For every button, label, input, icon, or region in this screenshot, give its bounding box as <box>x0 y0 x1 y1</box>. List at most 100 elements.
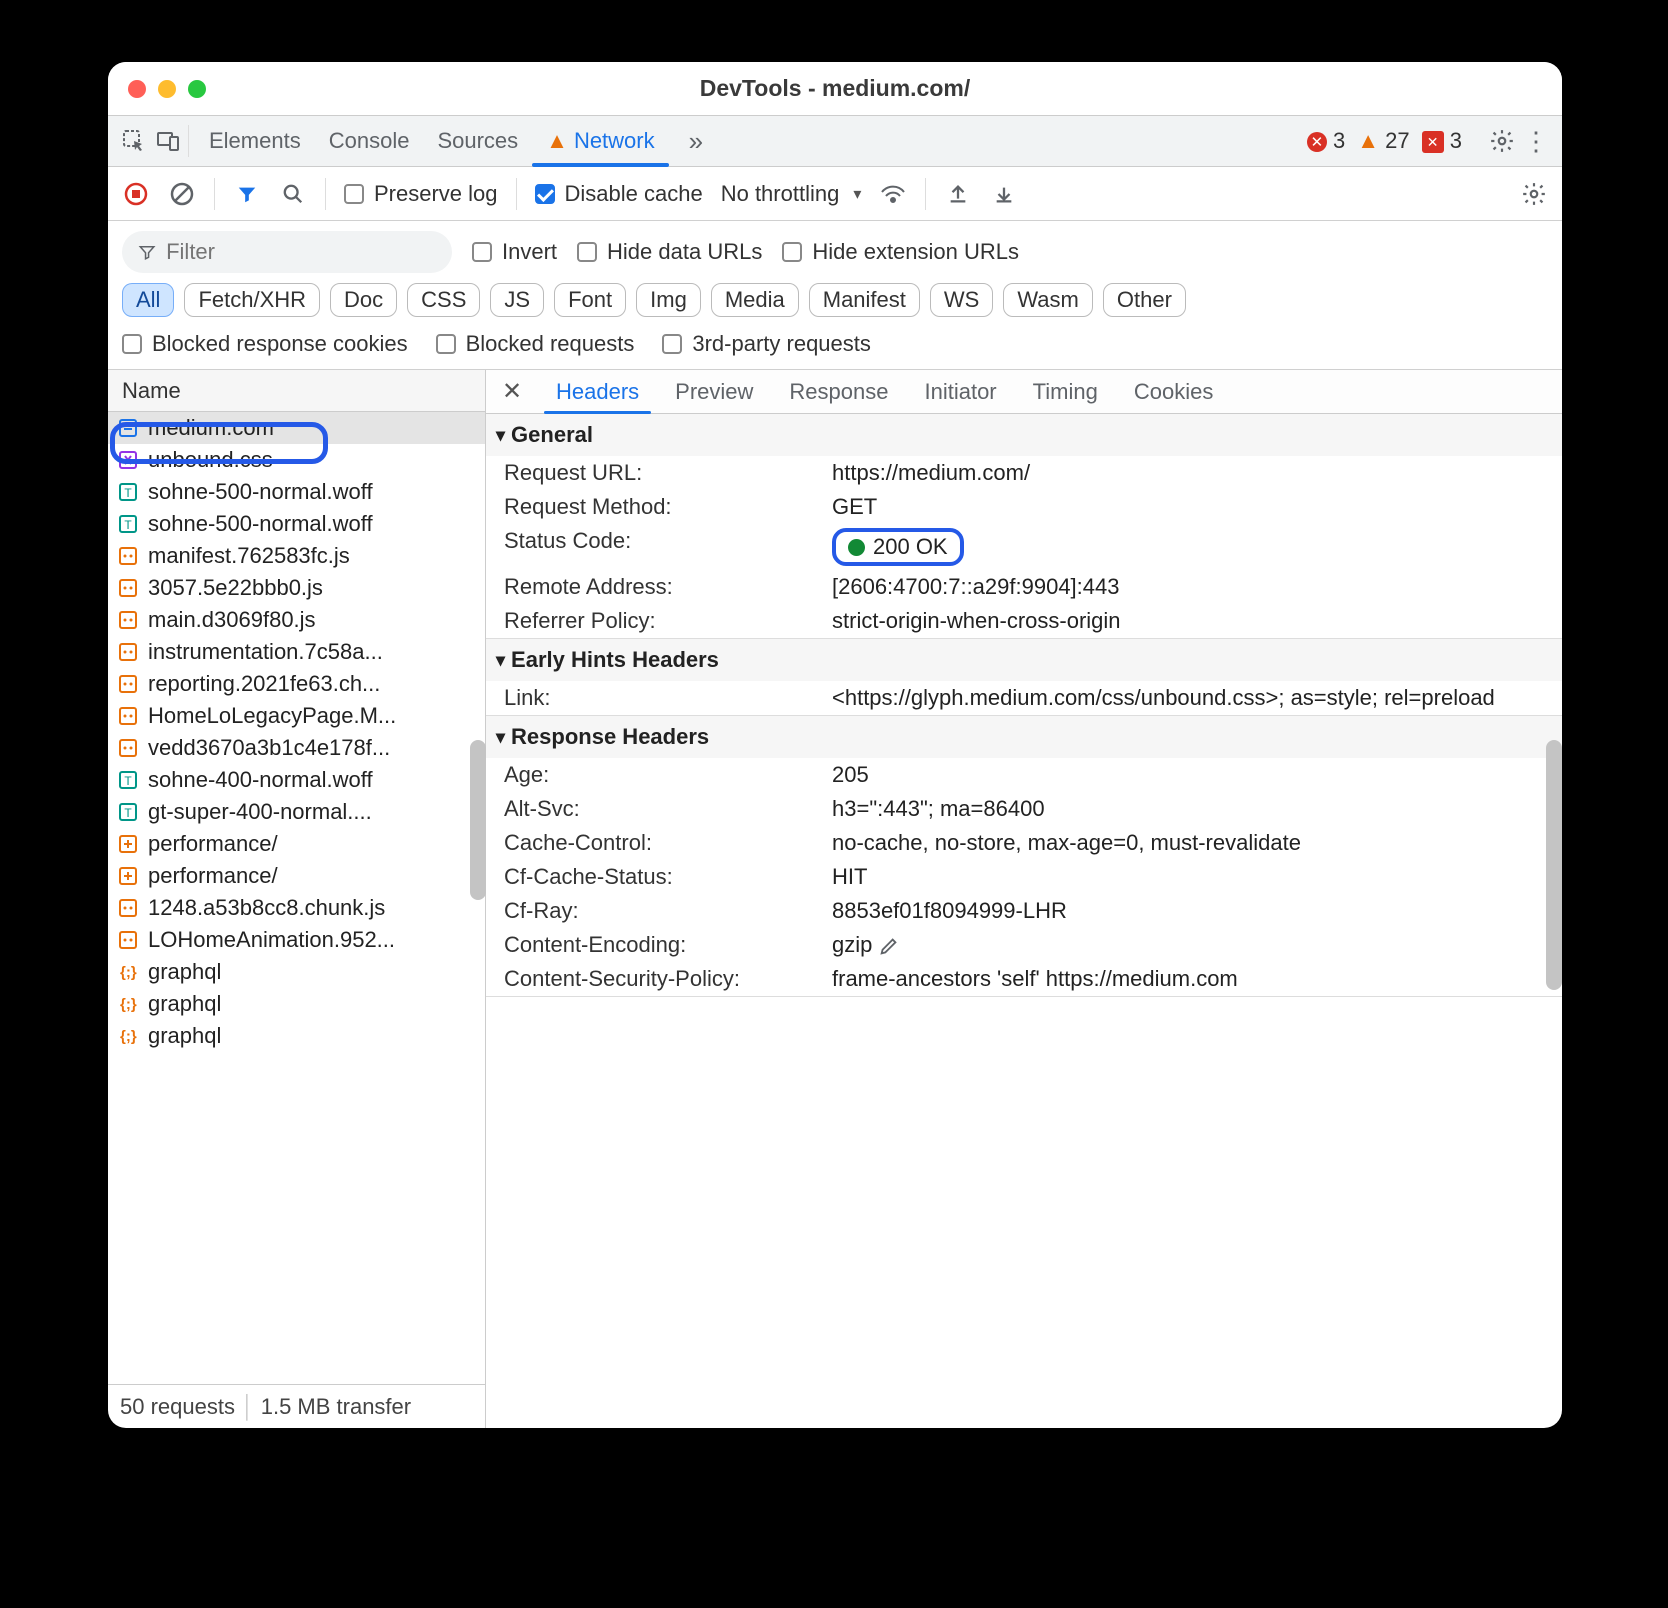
filter-toggle-icon[interactable] <box>233 180 261 208</box>
js-icon <box>118 578 138 598</box>
tab-network[interactable]: ▲ Network <box>532 116 668 166</box>
section-response-headers[interactable]: Response HeadersAge:205Alt-Svc:h3=":443"… <box>486 716 1562 997</box>
detail-tab-cookies[interactable]: Cookies <box>1116 370 1231 413</box>
request-row[interactable]: HomeLoLegacyPage.M... <box>108 700 485 732</box>
tab-console[interactable]: Console <box>315 116 424 166</box>
request-row[interactable]: performance/ <box>108 860 485 892</box>
filter-input-wrapper[interactable] <box>122 231 452 273</box>
inspect-element-icon[interactable] <box>120 127 148 155</box>
section-header[interactable]: Response Headers <box>486 716 1562 758</box>
chip-css[interactable]: CSS <box>407 283 480 317</box>
request-row[interactable]: manifest.762583fc.js <box>108 540 485 572</box>
gql-icon: {;} <box>118 994 138 1014</box>
search-icon[interactable] <box>279 180 307 208</box>
column-header-name[interactable]: Name <box>108 370 485 412</box>
header-key: Content-Encoding: <box>504 932 824 958</box>
request-row[interactable]: vedd3670a3b1c4e178f... <box>108 732 485 764</box>
chip-manifest[interactable]: Manifest <box>809 283 920 317</box>
network-settings-icon[interactable] <box>1520 180 1548 208</box>
request-list-panel: Name medium.comunbound.cssTsohne-500-nor… <box>108 370 486 1428</box>
hide-data-urls-checkbox[interactable]: Hide data URLs <box>577 239 762 265</box>
detail-tab-initiator[interactable]: Initiator <box>906 370 1014 413</box>
header-row: Content-Encoding:gzip <box>486 928 1562 962</box>
chip-other[interactable]: Other <box>1103 283 1186 317</box>
blocked-cookies-checkbox[interactable]: Blocked response cookies <box>122 331 408 357</box>
window-zoom-button[interactable] <box>188 80 206 98</box>
clear-button[interactable] <box>168 180 196 208</box>
chip-js[interactable]: JS <box>490 283 544 317</box>
header-key: Age: <box>504 762 824 788</box>
header-row: Request Method:GET <box>486 490 1562 524</box>
request-row[interactable]: 3057.5e22bbb0.js <box>108 572 485 604</box>
more-menu-icon[interactable]: ⋮ <box>1522 127 1550 155</box>
window-minimize-button[interactable] <box>158 80 176 98</box>
window-close-button[interactable] <box>128 80 146 98</box>
detail-tab-timing[interactable]: Timing <box>1015 370 1116 413</box>
edit-icon[interactable] <box>878 935 900 957</box>
record-button[interactable] <box>122 180 150 208</box>
preserve-log-checkbox[interactable]: Preserve log <box>344 181 498 207</box>
upload-har-icon[interactable] <box>944 180 972 208</box>
request-row[interactable]: LOHomeAnimation.952... <box>108 924 485 956</box>
request-row[interactable]: Tsohne-400-normal.woff <box>108 764 485 796</box>
section-general[interactable]: GeneralRequest URL:https://medium.com/Re… <box>486 414 1562 639</box>
tab-sources[interactable]: Sources <box>423 116 532 166</box>
transfer-size: 1.5 MB transfer <box>261 1394 411 1420</box>
request-row[interactable]: medium.com <box>108 412 485 444</box>
request-name: 3057.5e22bbb0.js <box>148 575 323 601</box>
request-detail-panel: ✕ HeadersPreviewResponseInitiatorTimingC… <box>486 370 1562 1428</box>
third-party-checkbox[interactable]: 3rd-party requests <box>662 331 871 357</box>
filter-input[interactable] <box>166 239 436 265</box>
section-header[interactable]: Early Hints Headers <box>486 639 1562 681</box>
section-early-hints-headers[interactable]: Early Hints HeadersLink:<https://glyph.m… <box>486 639 1562 716</box>
js-icon <box>118 706 138 726</box>
network-conditions-icon[interactable] <box>879 180 907 208</box>
chip-ws[interactable]: WS <box>930 283 993 317</box>
download-har-icon[interactable] <box>990 180 1018 208</box>
scrollbar-thumb[interactable] <box>1546 740 1562 990</box>
chip-all[interactable]: All <box>122 283 174 317</box>
header-row: Request URL:https://medium.com/ <box>486 456 1562 490</box>
close-details-button[interactable]: ✕ <box>490 377 534 406</box>
issue-counts[interactable]: ✕ 3 ▲ 27 ✕ 3 <box>1307 128 1462 154</box>
headers-content[interactable]: GeneralRequest URL:https://medium.com/Re… <box>486 414 1562 1428</box>
chip-media[interactable]: Media <box>711 283 799 317</box>
chip-doc[interactable]: Doc <box>330 283 397 317</box>
throttling-select[interactable]: No throttling▾ <box>721 181 862 207</box>
detail-tab-headers[interactable]: Headers <box>538 370 657 413</box>
detail-tab-preview[interactable]: Preview <box>657 370 771 413</box>
blocked-requests-checkbox[interactable]: Blocked requests <box>436 331 635 357</box>
chip-font[interactable]: Font <box>554 283 626 317</box>
svg-text:{;}: {;} <box>120 964 137 981</box>
request-row[interactable]: unbound.css <box>108 444 485 476</box>
request-row[interactable]: reporting.2021fe63.ch... <box>108 668 485 700</box>
section-header[interactable]: General <box>486 414 1562 456</box>
request-row[interactable]: Tsohne-500-normal.woff <box>108 508 485 540</box>
request-row[interactable]: Tsohne-500-normal.woff <box>108 476 485 508</box>
request-row[interactable]: {;}graphql <box>108 1020 485 1052</box>
more-tabs-button[interactable]: » <box>675 116 717 166</box>
chip-wasm[interactable]: Wasm <box>1003 283 1093 317</box>
request-row[interactable]: 1248.a53b8cc8.chunk.js <box>108 892 485 924</box>
settings-gear-icon[interactable] <box>1488 127 1516 155</box>
request-row[interactable]: Tgt-super-400-normal.... <box>108 796 485 828</box>
request-row[interactable]: performance/ <box>108 828 485 860</box>
chip-fetch-xhr[interactable]: Fetch/XHR <box>184 283 320 317</box>
tab-elements[interactable]: Elements <box>195 116 315 166</box>
request-row[interactable]: main.d3069f80.js <box>108 604 485 636</box>
scrollbar-thumb[interactable] <box>470 740 486 900</box>
request-row[interactable]: {;}graphql <box>108 956 485 988</box>
invert-checkbox[interactable]: Invert <box>472 239 557 265</box>
request-row[interactable]: instrumentation.7c58a... <box>108 636 485 668</box>
device-toolbar-icon[interactable] <box>154 127 182 155</box>
disable-cache-checkbox[interactable]: Disable cache <box>535 181 703 207</box>
hide-extension-urls-checkbox[interactable]: Hide extension URLs <box>782 239 1019 265</box>
request-row[interactable]: {;}graphql <box>108 988 485 1020</box>
funnel-icon <box>138 242 156 262</box>
header-row: Alt-Svc:h3=":443"; ma=86400 <box>486 792 1562 826</box>
chip-img[interactable]: Img <box>636 283 701 317</box>
request-list[interactable]: medium.comunbound.cssTsohne-500-normal.w… <box>108 412 485 1384</box>
detail-tab-response[interactable]: Response <box>771 370 906 413</box>
svg-text:{;}: {;} <box>120 996 137 1013</box>
header-value: https://medium.com/ <box>832 460 1550 486</box>
